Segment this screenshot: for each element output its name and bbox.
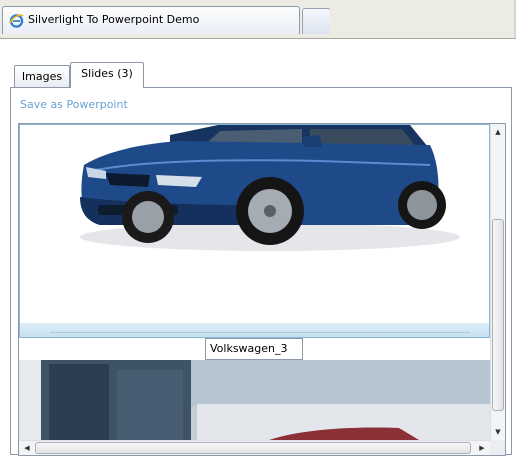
browser-tab-strip: Silverlight To Powerpoint Demo	[0, 0, 516, 39]
browser-chrome-right	[330, 0, 516, 38]
arrow-right-icon[interactable]: ▶	[474, 441, 490, 455]
tab-slides[interactable]: Slides (3)	[70, 62, 144, 88]
vertical-scrollbar[interactable]: ▲ ▼	[490, 124, 505, 440]
ie-logo-icon	[9, 14, 24, 28]
browser-tab[interactable]: Silverlight To Powerpoint Demo	[2, 6, 300, 34]
browser-tab-title: Silverlight To Powerpoint Demo	[28, 13, 200, 26]
horizontal-scroll-thumb[interactable]	[35, 442, 471, 454]
new-tab-button[interactable]	[302, 8, 331, 34]
list-item-selected[interactable]	[19, 124, 490, 338]
arrow-up-icon[interactable]: ▲	[491, 124, 505, 140]
slide-image-car	[20, 125, 489, 323]
tab-images[interactable]: Images	[14, 65, 70, 87]
slide-caption-input[interactable]: Volkswagen_3	[205, 338, 303, 360]
slide-image-building	[19, 360, 490, 440]
scrollbar-corner	[490, 440, 505, 455]
item-selection-bar	[20, 323, 489, 337]
vertical-scroll-thumb[interactable]	[492, 219, 504, 411]
tab-slides-label: Slides (3)	[81, 67, 133, 80]
tab-images-label: Images	[21, 70, 63, 83]
horizontal-scrollbar[interactable]: ◀ ▶	[19, 440, 490, 455]
save-as-powerpoint-link[interactable]: Save as Powerpoint	[20, 98, 128, 111]
arrow-down-icon[interactable]: ▼	[491, 424, 505, 440]
slides-list[interactable]: Volkswagen_3 ▲ ▼ ◀ ▶	[18, 123, 506, 456]
list-item[interactable]	[19, 360, 490, 440]
arrow-left-icon[interactable]: ◀	[19, 441, 35, 455]
